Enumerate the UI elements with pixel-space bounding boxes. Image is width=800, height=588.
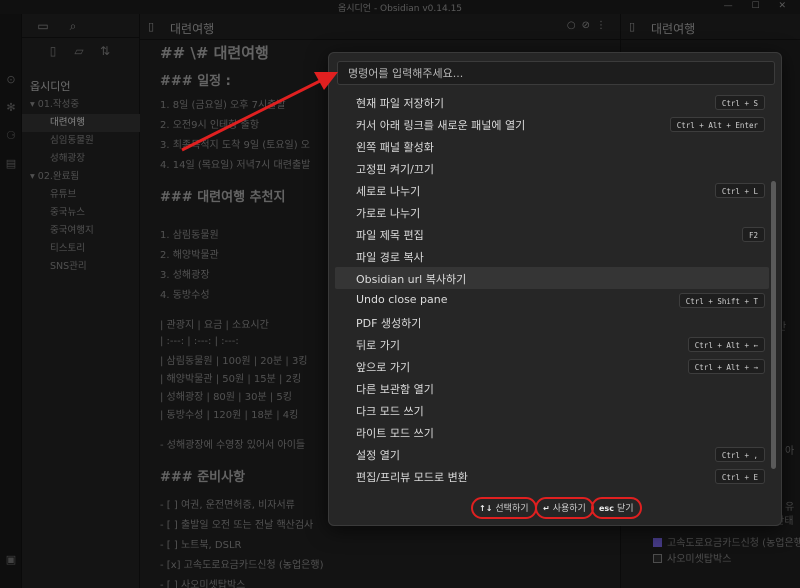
command-label: PDF 생성하기	[356, 317, 422, 330]
command-hotkey: Ctrl + E	[714, 469, 765, 484]
command-list-scrollbar[interactable]	[771, 181, 776, 469]
command-item[interactable]: Undo close pane Ctrl + Shift + T	[335, 289, 769, 311]
command-item[interactable]: 고정핀 켜기/끄기	[335, 157, 769, 179]
command-label: 설정 열기	[356, 449, 400, 462]
command-hotkey: Ctrl + Shift + T	[678, 293, 765, 308]
command-label: 파일 경로 복사	[356, 251, 424, 264]
command-label: 다른 보관함 열기	[356, 383, 434, 396]
command-item[interactable]: PDF 생성하기	[335, 311, 769, 333]
command-label: 다크 모드 쓰기	[356, 405, 424, 418]
command-hotkey: F2	[741, 227, 765, 242]
command-label: 라이트 모드 쓰기	[356, 427, 434, 440]
palette-footer: ↑↓ 선택하기 ↵ 사용하기 esc 닫기	[329, 491, 781, 525]
command-label: Undo close pane	[356, 293, 448, 306]
command-item[interactable]: 다크 모드 쓰기	[335, 399, 769, 421]
command-hotkey: Ctrl + L	[714, 183, 765, 198]
command-item[interactable]: 라이트 모드 쓰기	[335, 421, 769, 443]
command-item[interactable]: 설정 열기 Ctrl + ,	[335, 443, 769, 465]
hint-key: esc	[599, 504, 614, 513]
palette-hint: ↑↓ 선택하기	[471, 497, 537, 519]
command-list: 현재 파일 저장하기 Ctrl + S 커서 아래 링크를 새로운 패널에 열기 Ct…	[335, 91, 769, 493]
command-item[interactable]: 파일 제목 편집 F2	[335, 223, 769, 245]
palette-hint: esc 닫기	[591, 497, 642, 519]
command-palette: 현재 파일 저장하기 Ctrl + S 커서 아래 링크를 새로운 패널에 열기 Ct…	[328, 52, 782, 526]
command-label: 고정핀 켜기/끄기	[356, 163, 435, 176]
command-item[interactable]: 앞으로 가기 Ctrl + Alt + →	[335, 355, 769, 377]
command-item[interactable]: 커서 아래 링크를 새로운 패널에 열기 Ctrl + Alt + Enter	[335, 113, 769, 135]
command-label: 현재 파일 저장하기	[356, 97, 444, 110]
command-label: 편집/프리뷰 모드로 변환	[356, 471, 468, 484]
hint-label: 사용하기	[552, 504, 586, 514]
command-item[interactable]: 뒤로 가기 Ctrl + Alt + ←	[335, 333, 769, 355]
command-hotkey: Ctrl + S	[714, 95, 765, 110]
command-item[interactable]: 가로로 나누기	[335, 201, 769, 223]
command-label: 가로로 나누기	[356, 207, 421, 220]
command-hotkey: Ctrl + Alt + Enter	[669, 117, 765, 132]
command-hotkey: Ctrl + Alt + →	[687, 359, 765, 374]
command-label: 뒤로 가기	[356, 339, 400, 352]
command-label: 커서 아래 링크를 새로운 패널에 열기	[356, 119, 526, 132]
hint-key: ↵	[543, 504, 550, 513]
palette-hint: ↵ 사용하기	[535, 497, 594, 519]
hint-label: 선택하기	[495, 504, 529, 514]
command-search-input[interactable]	[337, 61, 775, 85]
command-item[interactable]: Obsidian url 복사하기	[335, 267, 769, 289]
command-hotkey: Ctrl + ,	[714, 447, 765, 462]
hint-key: ↑↓	[479, 504, 493, 513]
hint-label: 닫기	[616, 504, 634, 514]
command-label: Obsidian url 복사하기	[356, 273, 467, 286]
command-item[interactable]: 편집/프리뷰 모드로 변환 Ctrl + E	[335, 465, 769, 487]
command-hotkey: Ctrl + Alt + ←	[687, 337, 765, 352]
command-label: 파일 제목 편집	[356, 229, 424, 242]
command-item[interactable]: 다른 보관함 열기	[335, 377, 769, 399]
command-item[interactable]: 세로로 나누기 Ctrl + L	[335, 179, 769, 201]
command-item[interactable]: 왼쪽 패널 활성화	[335, 135, 769, 157]
command-label: 세로로 나누기	[356, 185, 421, 198]
command-item[interactable]: 파일 경로 복사	[335, 245, 769, 267]
command-label: 앞으로 가기	[356, 361, 411, 374]
command-item[interactable]: 현재 파일 저장하기 Ctrl + S	[335, 91, 769, 113]
command-label: 왼쪽 패널 활성화	[356, 141, 434, 154]
